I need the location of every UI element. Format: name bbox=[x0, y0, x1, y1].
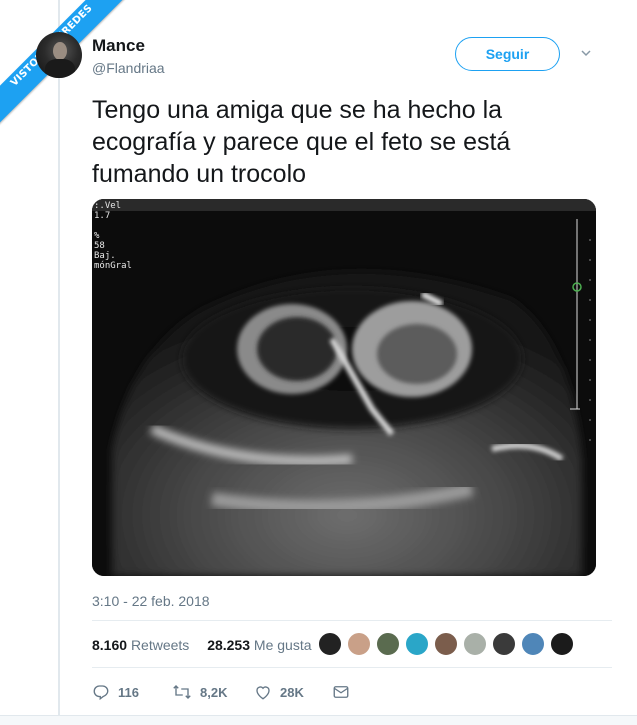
divider bbox=[92, 620, 612, 621]
message-button[interactable] bbox=[332, 680, 358, 704]
tweet-media[interactable]: :.Vel 1.7 % 58 Baj. mónGral bbox=[92, 199, 596, 576]
overlay-line: :.Vel bbox=[94, 201, 122, 211]
liker-avatar[interactable] bbox=[521, 632, 545, 656]
avatar[interactable] bbox=[36, 32, 82, 78]
avatar-face bbox=[53, 42, 67, 60]
liker-avatar[interactable] bbox=[434, 632, 458, 656]
liker-avatar[interactable] bbox=[463, 632, 487, 656]
liker-avatar[interactable] bbox=[550, 632, 574, 656]
tweet-timestamp[interactable]: 3:10 - 22 feb. 2018 bbox=[92, 593, 210, 609]
likes-count[interactable]: 28.253 bbox=[207, 637, 250, 653]
liker-avatar[interactable] bbox=[492, 632, 516, 656]
liker-avatar[interactable] bbox=[318, 632, 342, 656]
liker-avatar[interactable] bbox=[405, 632, 429, 656]
overlay-line: 58 bbox=[94, 241, 105, 251]
reply-count: 116 bbox=[118, 684, 139, 700]
envelope-icon bbox=[333, 686, 349, 698]
retweets-label[interactable]: Retweets bbox=[131, 637, 189, 653]
tweet-text: Tengo una amiga que se ha hecho la ecogr… bbox=[92, 96, 511, 188]
heart-icon bbox=[256, 686, 270, 700]
reply-button[interactable]: 116 bbox=[92, 680, 139, 704]
overlay-line bbox=[94, 221, 132, 231]
tweet-stats: 8.160 Retweets 28.253 Me gusta bbox=[92, 634, 326, 656]
retweet-button[interactable]: 8,2K bbox=[172, 680, 227, 704]
retweet-icon bbox=[173, 685, 191, 699]
like-count: 28K bbox=[280, 684, 304, 700]
liker-avatar[interactable] bbox=[376, 632, 400, 656]
follow-button[interactable]: Seguir bbox=[455, 37, 560, 71]
tweet-card: VISTOENLASREDES .com Mance @Flandriaa Se… bbox=[0, 0, 637, 725]
overlay-line: Baj. bbox=[94, 251, 116, 261]
overlay-line: % bbox=[94, 231, 100, 241]
like-button[interactable]: 28K bbox=[254, 680, 304, 704]
ultrasound-image bbox=[92, 199, 596, 576]
likes-label[interactable]: Me gusta bbox=[254, 637, 312, 653]
liker-avatar[interactable] bbox=[347, 632, 371, 656]
overlay-line: 1.7 bbox=[94, 211, 111, 221]
card-bottom-edge bbox=[0, 715, 637, 725]
chevron-down-icon[interactable] bbox=[580, 47, 592, 59]
reply-icon bbox=[93, 685, 109, 701]
ultrasound-overlay-text: :.Vel 1.7 % 58 Baj. mónGral bbox=[94, 201, 132, 271]
avatar-body bbox=[45, 59, 75, 78]
divider bbox=[92, 667, 612, 668]
retweet-count: 8,2K bbox=[200, 684, 228, 700]
overlay-line: mónGral bbox=[94, 261, 132, 271]
retweets-count[interactable]: 8.160 bbox=[92, 637, 127, 653]
